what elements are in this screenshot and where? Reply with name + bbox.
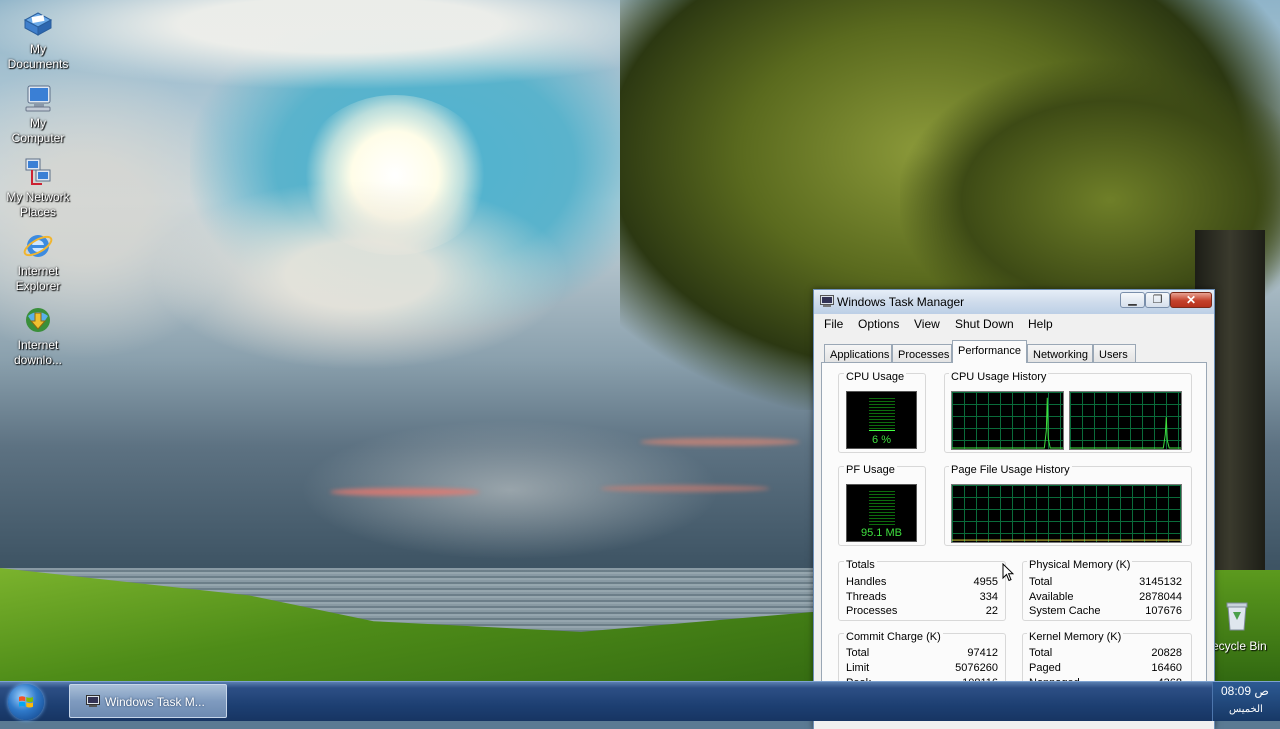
tab-networking[interactable]: Networking xyxy=(1027,344,1093,362)
pf-usage-meter: 95.1 MB xyxy=(846,484,917,542)
my-computer-icon xyxy=(25,85,51,112)
page-file-history-label: Page File Usage History xyxy=(949,464,1072,476)
cpu-history-line-core-2 xyxy=(1070,417,1181,449)
maximize-icon: ❐ xyxy=(1152,294,1163,306)
wallpaper-cloud-streak xyxy=(600,485,770,492)
cpu-usage-meter: 6 % xyxy=(846,391,917,449)
desktop-icon-label: My Computer xyxy=(11,116,65,145)
desktop-icon-my-computer[interactable]: My Computer xyxy=(2,82,74,146)
taskbar: Windows Task M... 08:09 ص الخميس xyxy=(0,681,1280,721)
minimize-button[interactable]: ▁ xyxy=(1120,292,1145,308)
desktop-icon-label: ecycle Bin xyxy=(1212,639,1267,653)
stat-value: 22 xyxy=(985,605,998,617)
start-button[interactable] xyxy=(8,684,44,720)
desktop-icon-my-documents[interactable]: My Documents xyxy=(2,8,74,72)
network-places-icon xyxy=(25,158,51,185)
stat-value: 334 xyxy=(979,591,998,603)
taskbar-button-task-manager[interactable]: Windows Task M... xyxy=(69,684,227,718)
mouse-cursor-icon xyxy=(1002,563,1014,582)
desktop-icon-label: Internet Explorer xyxy=(15,264,61,293)
close-icon: ✕ xyxy=(1185,293,1197,307)
cpu-usage-value: 6 % xyxy=(872,434,891,446)
stat-name: Available xyxy=(1029,591,1074,603)
stat-value: 5076260 xyxy=(955,662,998,674)
stat-name: Total xyxy=(1029,647,1053,659)
performance-panel: CPU Usage 6 % CPU Usage History PF Usage… xyxy=(821,362,1207,712)
stat-name: Total xyxy=(846,647,870,659)
task-manager-icon xyxy=(820,295,834,307)
commit-charge-label: Commit Charge (K) xyxy=(844,631,943,643)
stat-value: 2878044 xyxy=(1139,591,1182,603)
stat-value: 16460 xyxy=(1151,662,1182,674)
cpu-history-graph-core-2 xyxy=(1069,391,1182,450)
tab-applications[interactable]: Applications xyxy=(824,344,892,362)
internet-explorer-icon xyxy=(23,235,53,257)
desktop-icon-label: My Network Places xyxy=(6,190,70,219)
desktop-icon-label: Internet downlo... xyxy=(13,338,63,367)
minimize-icon: ▁ xyxy=(1128,294,1137,306)
wallpaper-cloud-streak xyxy=(330,488,480,496)
menu-shut-down[interactable]: Shut Down xyxy=(955,317,1014,331)
desktop-icon-internet-explorer[interactable]: Internet Explorer xyxy=(2,230,74,294)
cpu-meter-bars xyxy=(869,398,895,432)
taskbar-button-label: Windows Task M... xyxy=(105,695,205,709)
task-manager-window[interactable]: Windows Task Manager ▁ ❐ ✕ File Options … xyxy=(813,289,1215,729)
cpu-usage-label: CPU Usage xyxy=(844,371,907,383)
stat-name: Total xyxy=(1029,576,1053,588)
stat-value: 20828 xyxy=(1151,647,1182,659)
close-button[interactable]: ✕ xyxy=(1170,292,1212,308)
menu-bar: File Options View Shut Down Help xyxy=(814,314,1214,334)
totals-label: Totals xyxy=(844,559,877,571)
cpu-history-line-core-1 xyxy=(952,397,1063,449)
page-file-history-graph xyxy=(951,484,1182,543)
stat-name: Threads xyxy=(846,591,887,603)
pf-usage-label: PF Usage xyxy=(844,464,897,476)
wallpaper-cloud xyxy=(150,180,570,370)
stat-value: 97412 xyxy=(967,647,998,659)
stat-value: 3145132 xyxy=(1139,576,1182,588)
maximize-button[interactable]: ❐ xyxy=(1145,292,1170,308)
cpu-history-graph-core-1 xyxy=(951,391,1064,450)
pf-usage-value: 95.1 MB xyxy=(861,527,902,539)
tab-performance[interactable]: Performance xyxy=(952,340,1027,363)
stat-name: Processes xyxy=(846,605,898,617)
physical-memory-label: Physical Memory (K) xyxy=(1027,559,1133,571)
menu-file[interactable]: File xyxy=(824,317,843,331)
desktop-icon-network-places[interactable]: My Network Places xyxy=(2,156,74,220)
stat-value: 4955 xyxy=(973,576,998,588)
cpu-history-label: CPU Usage History xyxy=(949,371,1049,383)
my-documents-icon xyxy=(23,12,53,36)
stat-name: Handles xyxy=(846,576,887,588)
stat-name: System Cache xyxy=(1029,605,1101,617)
window-title: Windows Task Manager xyxy=(837,295,965,309)
stat-name: Paged xyxy=(1029,662,1061,674)
kernel-memory-label: Kernel Memory (K) xyxy=(1027,631,1124,643)
clock-day: الخميس xyxy=(1229,704,1263,715)
wallpaper-cloud-streak xyxy=(640,438,800,446)
recycle-bin-icon xyxy=(1226,602,1248,631)
desktop-icon-label: My Documents xyxy=(7,42,69,71)
stat-name: Limit xyxy=(846,662,870,674)
menu-help[interactable]: Help xyxy=(1028,317,1053,331)
system-tray-clock[interactable]: 08:09 ص الخميس xyxy=(1212,682,1280,721)
title-bar[interactable]: Windows Task Manager ▁ ❐ ✕ xyxy=(814,290,1214,314)
task-manager-icon xyxy=(86,695,100,707)
desktop-icon-internet-download-manager[interactable]: Internet downlo... xyxy=(2,304,74,368)
menu-view[interactable]: View xyxy=(914,317,940,331)
pf-meter-bars xyxy=(869,491,895,525)
cpu-meter-fill xyxy=(869,430,895,432)
clock-time: 08:09 ص xyxy=(1221,684,1269,698)
stat-value: 107676 xyxy=(1145,605,1182,617)
menu-options[interactable]: Options xyxy=(858,317,899,331)
windows-logo-icon xyxy=(19,696,33,708)
page-file-history-line xyxy=(952,539,1181,541)
tab-users[interactable]: Users xyxy=(1093,344,1136,362)
download-manager-icon xyxy=(26,308,50,332)
tab-processes[interactable]: Processes xyxy=(892,344,952,362)
